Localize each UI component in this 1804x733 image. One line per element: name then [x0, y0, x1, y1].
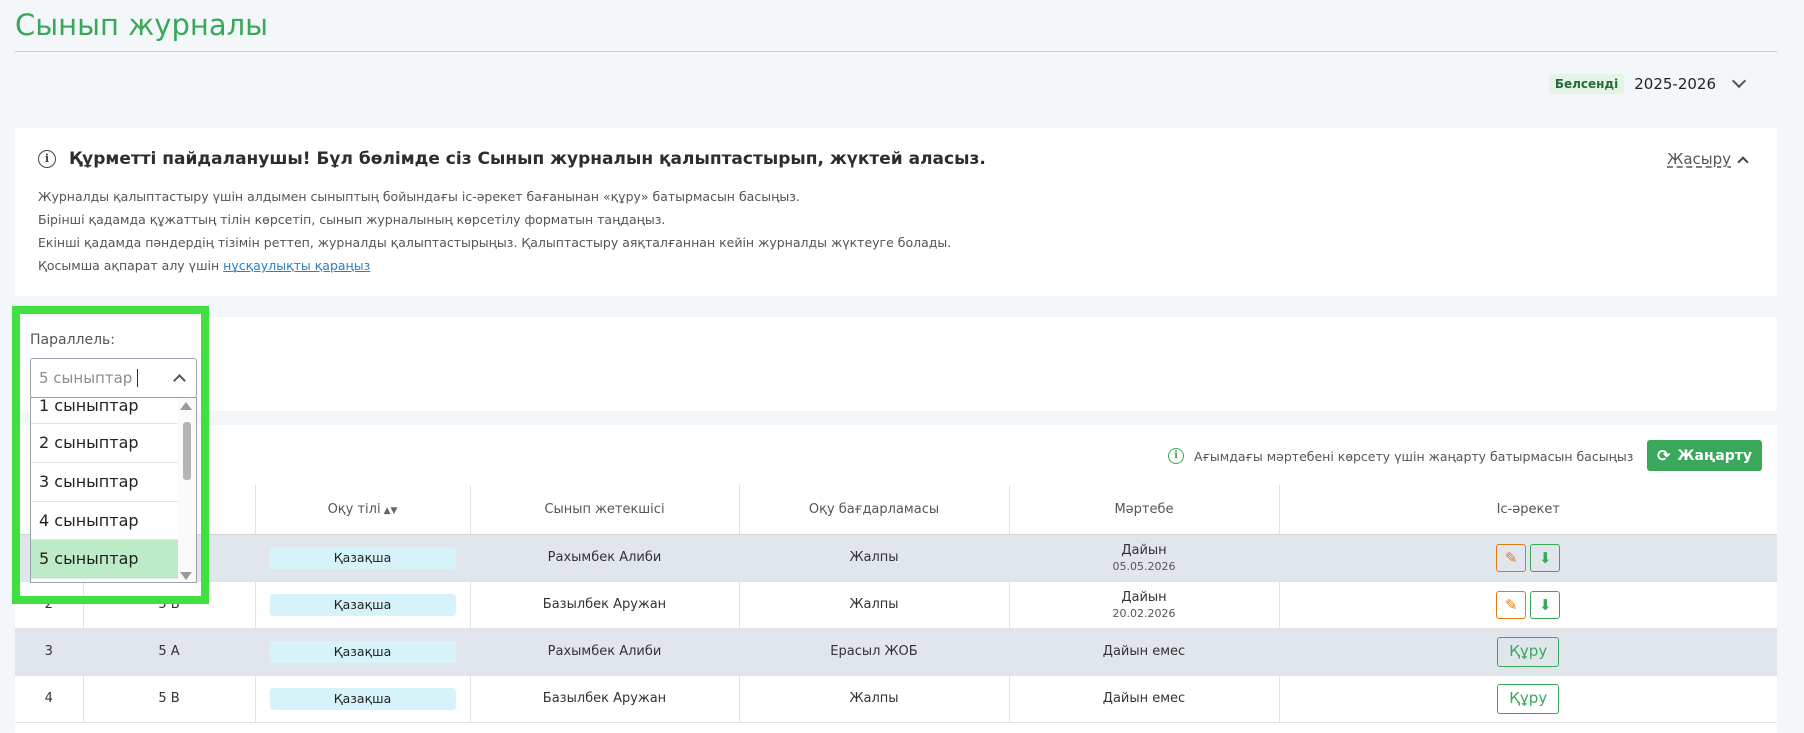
- parallel-options-list: 1 сыныптар 2 сыныптар 3 сыныптар 4 сынып…: [30, 397, 197, 583]
- language-badge: Қазақша: [269, 687, 456, 710]
- teacher-name: Базылбек Аружан: [470, 581, 740, 629]
- info-circle-icon: i: [1168, 448, 1184, 464]
- academic-year-value: 2025-2026: [1634, 75, 1716, 93]
- info-line-prefix: Қосымша ақпарат алу үшін: [38, 258, 220, 273]
- parallel-select[interactable]: 5 сыныптар: [30, 358, 197, 398]
- dropdown-option[interactable]: 3 сыныптар: [31, 463, 178, 502]
- info-heading: Құрметті пайдаланушы! Бұл бөлімде сіз Сы…: [69, 149, 986, 169]
- class-name: 5 В: [83, 675, 256, 723]
- refresh-button[interactable]: ⟳ Жаңарту: [1647, 440, 1762, 471]
- download-button[interactable]: ⬇: [1530, 543, 1561, 572]
- info-line: Журналды қалыптастыру үшін алдымен сынып…: [38, 189, 800, 204]
- academic-year-select[interactable]: Белсенді 2025-2026: [1548, 73, 1747, 94]
- program-name: Ерасыл ЖОБ: [739, 628, 1010, 676]
- edit-button[interactable]: ✎: [1496, 543, 1527, 572]
- teacher-name: Рахымбек Алиби: [470, 628, 740, 676]
- dropdown-option[interactable]: 2 сыныптар: [31, 424, 178, 463]
- journal-table-panel: i Ағымдағы мәртебені көрсету үшін жаңарт…: [15, 425, 1777, 733]
- column-header-status: Мәртебе: [1009, 485, 1280, 535]
- status-date: 20.02.2026: [1112, 606, 1176, 620]
- language-badge: Қазақша: [269, 546, 456, 569]
- teacher-name: Рахымбек Алиби: [470, 534, 740, 582]
- class-name: 5 Б: [83, 581, 256, 629]
- refresh-hint: i Ағымдағы мәртебені көрсету үшін жаңарт…: [1168, 448, 1633, 464]
- program-name: Жалпы: [739, 534, 1010, 582]
- info-panel: i Құрметті пайдаланушы! Бұл бөлімде сіз …: [15, 128, 1777, 296]
- column-header-teacher: Сынып жетекшісі: [470, 485, 740, 535]
- pencil-icon: ✎: [1504, 595, 1518, 614]
- download-icon: ⬇: [1538, 548, 1552, 567]
- info-circle-icon: i: [38, 150, 56, 168]
- info-line: Қосымша ақпарат алу үшін нұсқаулықты қар…: [38, 254, 951, 277]
- column-header-actions: Іс-әрекет: [1279, 485, 1777, 535]
- download-icon: ⬇: [1538, 595, 1552, 614]
- title-divider: [15, 51, 1777, 52]
- status-date: 05.05.2026: [1112, 559, 1176, 573]
- row-number: 4: [15, 675, 84, 723]
- dropdown-option[interactable]: 4 сыныптар: [31, 502, 178, 541]
- language-badge: Қазақша: [269, 640, 456, 663]
- hide-info-toggle[interactable]: Жасыру: [1667, 150, 1749, 168]
- pencil-icon: ✎: [1504, 548, 1518, 567]
- teacher-name: Базылбек Аружан: [470, 675, 740, 723]
- column-header-language[interactable]: Оқу тілі ▲▼: [255, 485, 471, 535]
- row-number: 2: [15, 581, 84, 629]
- info-line: Екінші қадамда пәндердің тізімін реттеп,…: [38, 235, 952, 250]
- refresh-icon: ⟳: [1656, 446, 1671, 465]
- scroll-up-arrow-icon[interactable]: [180, 402, 192, 410]
- table-row: 4 5 В Қазақша Базылбек Аружан Жалпы Дайы…: [15, 675, 1777, 723]
- sort-icon[interactable]: ▲▼: [384, 506, 398, 516]
- scroll-down-arrow-icon[interactable]: [180, 572, 192, 580]
- edit-button[interactable]: ✎: [1496, 590, 1527, 619]
- create-journal-button[interactable]: Құру: [1497, 636, 1560, 667]
- parallel-select-value: 5 сыныптар: [39, 369, 133, 387]
- create-journal-button[interactable]: Құру: [1497, 683, 1560, 714]
- info-line: Бірінші қадамда құжаттың тілін көрсетіп,…: [38, 212, 666, 227]
- dropdown-option[interactable]: 1 сыныптар: [31, 398, 178, 424]
- language-badge: Қазақша: [269, 593, 456, 616]
- download-button[interactable]: ⬇: [1530, 590, 1561, 619]
- status-text: Дайын емес: [1102, 644, 1186, 659]
- row-number: 3: [15, 628, 84, 676]
- journal-table: ▲▼ Оқу тілі▲▼ Сынып жетекшісі Оқу бағдар…: [15, 485, 1777, 723]
- active-badge: Белсенді: [1548, 74, 1625, 94]
- status-text: Дайын емес: [1102, 691, 1186, 706]
- refresh-hint-text: Ағымдағы мәртебені көрсету үшін жаңарту …: [1194, 448, 1634, 464]
- status-text: Дайын: [1121, 542, 1167, 558]
- text-cursor: [137, 369, 138, 387]
- chevron-up-icon[interactable]: [1737, 155, 1749, 168]
- status-text: Дайын: [1121, 589, 1167, 605]
- class-name: 5 А: [83, 628, 256, 676]
- refresh-button-label: Жаңарту: [1677, 447, 1752, 464]
- dropdown-scrollbar[interactable]: [178, 398, 196, 582]
- filter-panel: [15, 317, 1777, 411]
- manual-link[interactable]: нұсқаулықты қараңыз: [223, 258, 370, 273]
- program-name: Жалпы: [739, 675, 1010, 723]
- dropdown-option-selected[interactable]: 5 сыныптар: [31, 540, 178, 580]
- table-row: 1 5 А Қазақша Рахымбек Алиби Жалпы Дайын…: [15, 534, 1777, 582]
- scroll-thumb[interactable]: [183, 422, 191, 480]
- chevron-up-icon[interactable]: [173, 374, 186, 387]
- parallel-filter-label: Параллель:: [30, 332, 115, 348]
- info-instructions: Журналды қалыптастыру үшін алдымен сынып…: [38, 185, 951, 277]
- hide-info-label[interactable]: Жасыру: [1667, 150, 1731, 168]
- table-row: 2 5 Б Қазақша Базылбек Аружан Жалпы Дайы…: [15, 581, 1777, 629]
- program-name: Жалпы: [739, 581, 1010, 629]
- page-title: Сынып журналы: [15, 8, 269, 42]
- column-header-program: Оқу бағдарламасы: [739, 485, 1010, 535]
- table-row: 3 5 А Қазақша Рахымбек Алиби Ерасыл ЖОБ …: [15, 628, 1777, 676]
- chevron-down-icon[interactable]: [1731, 73, 1747, 89]
